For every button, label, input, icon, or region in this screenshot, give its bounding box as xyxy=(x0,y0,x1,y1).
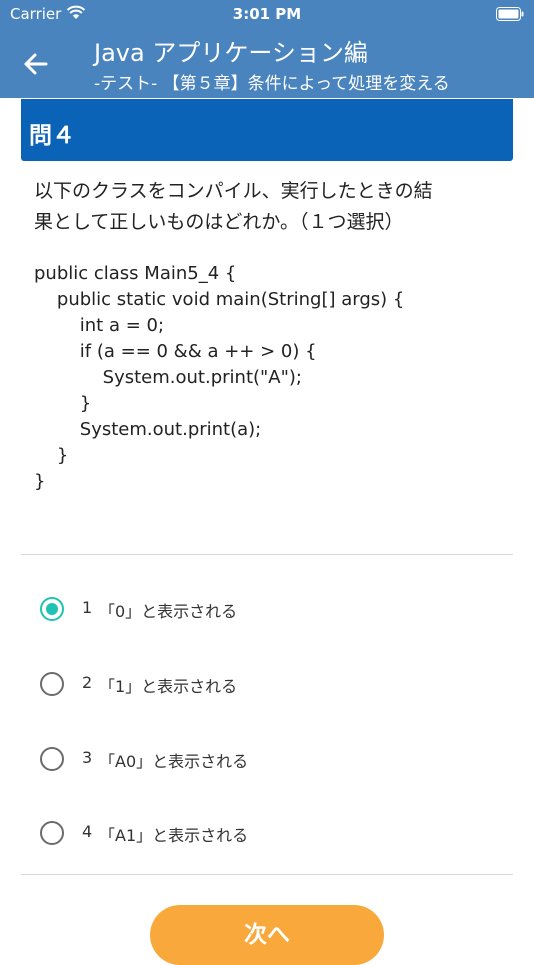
code-line: int a = 0; xyxy=(34,315,165,336)
code-line: } xyxy=(34,471,46,492)
question-text-line: 以下のクラスをコンパイル、実行したときの結 xyxy=(34,180,433,202)
question-text-line: 果として正しいものはどれか。（１つ選択） xyxy=(34,211,404,233)
option-label: 「A0」と表示される xyxy=(99,752,249,771)
code-line: System.out.print("A"); xyxy=(34,367,302,388)
option-number: 2 xyxy=(82,673,93,692)
answer-option-4[interactable]: 4 「A1」と表示される xyxy=(21,803,513,863)
option-label: 「A1」と表示される xyxy=(99,826,249,845)
answer-option-3[interactable]: 3 「A0」と表示される xyxy=(21,729,513,789)
code-block: public class Main5_4 { public static voi… xyxy=(34,261,504,495)
question-text: 以下のクラスをコンパイル、実行したときの結 果として正しいものはどれか。（１つ選… xyxy=(34,176,504,238)
divider xyxy=(21,874,513,875)
radio-button[interactable] xyxy=(40,672,64,696)
option-number: 1 xyxy=(82,598,93,617)
answer-option-1[interactable]: 1 「0」と表示される xyxy=(21,579,513,639)
arrow-left-icon xyxy=(24,53,48,75)
page-subtitle: -テスト- 【第５章】条件によって処理を変える xyxy=(94,74,450,94)
option-number: 4 xyxy=(82,822,93,841)
radio-button-selected[interactable] xyxy=(40,597,64,621)
code-line: System.out.print(a); xyxy=(34,419,262,440)
question-number-banner: 問４ xyxy=(21,99,513,161)
code-line: if (a == 0 && a ++ > 0) { xyxy=(34,341,317,362)
option-number: 3 xyxy=(82,748,93,767)
next-button[interactable]: 次へ xyxy=(150,905,384,965)
radio-button[interactable] xyxy=(40,747,64,771)
option-label: 「1」と表示される xyxy=(99,677,238,696)
status-time: 3:01 PM xyxy=(232,5,302,23)
code-line: public static void main(String[] args) { xyxy=(34,289,405,310)
back-button[interactable] xyxy=(20,50,52,78)
divider xyxy=(21,554,513,555)
app-header: Carrier 3:01 PM Java アプリケーション編 -テスト- 【第５… xyxy=(0,0,534,98)
option-label: 「0」と表示される xyxy=(99,602,238,621)
radio-button[interactable] xyxy=(40,821,64,845)
page-title: Java アプリケーション編 xyxy=(94,39,368,67)
status-bar: Carrier 3:01 PM xyxy=(0,0,534,28)
code-line: } xyxy=(34,445,69,466)
code-line: } xyxy=(34,393,92,414)
answer-option-2[interactable]: 2 「1」と表示される xyxy=(21,654,513,714)
code-line: public class Main5_4 { xyxy=(34,263,237,284)
battery-icon xyxy=(496,7,524,21)
